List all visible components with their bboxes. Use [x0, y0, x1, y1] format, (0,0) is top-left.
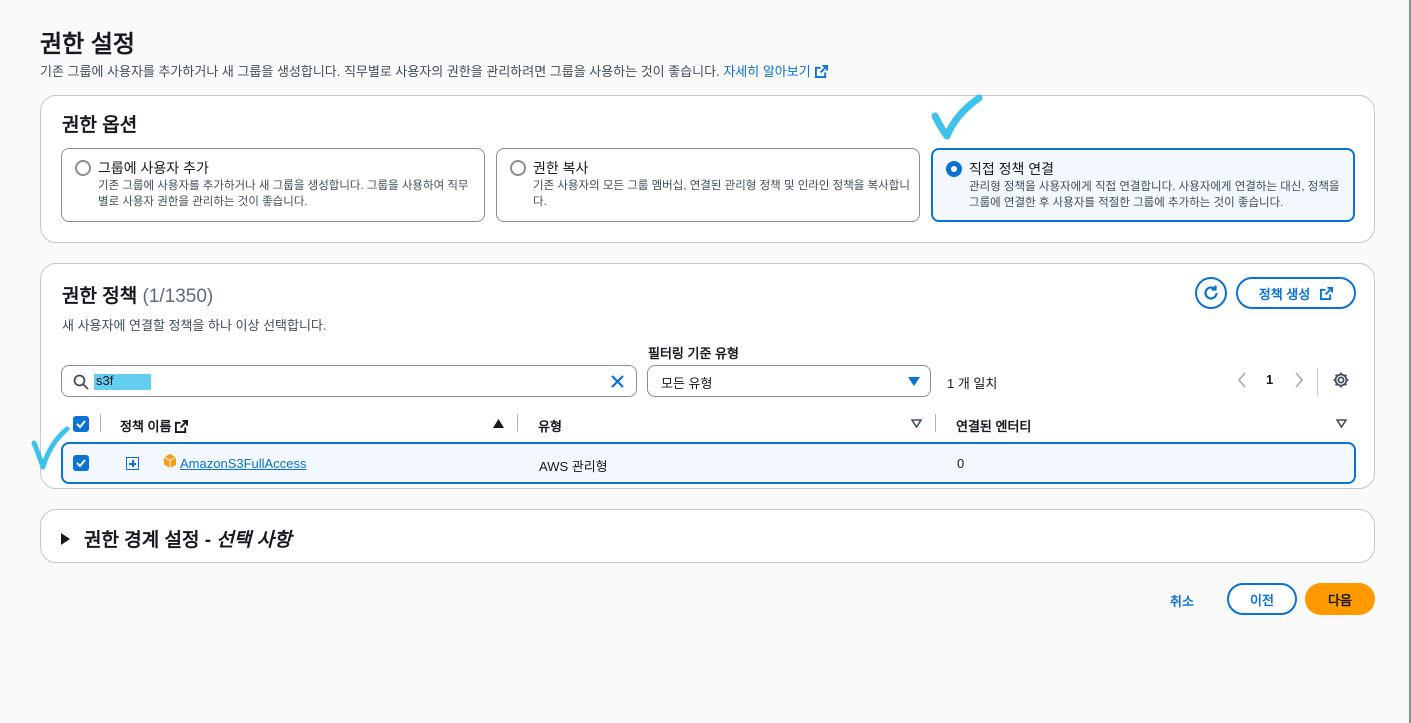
sort-icon[interactable]: [1336, 419, 1347, 428]
option-add-to-group-label: 그룹에 사용자 추가: [98, 160, 209, 176]
external-link-icon: [175, 420, 189, 433]
learn-more-label: 자세히 알아보기: [723, 64, 811, 79]
previous-button[interactable]: 이전: [1227, 583, 1297, 615]
page-description: 기존 그룹에 사용자를 추가하거나 새 그룹을 생성합니다. 직무별로 사용자의…: [40, 61, 828, 80]
radio-attach-policies[interactable]: [946, 161, 962, 177]
policies-count: (1/1350): [142, 286, 214, 307]
column-divider: [935, 414, 936, 432]
column-divider: [517, 414, 518, 432]
sort-icon[interactable]: [911, 419, 922, 428]
gear-icon[interactable]: [1332, 371, 1350, 389]
option-add-to-group-description: 기존 그룹에 사용자를 추가하거나 새 그룹을 생성합니다. 그룹을 사용하여 …: [98, 180, 469, 208]
option-add-to-group[interactable]: 그룹에 사용자 추가 기존 그룹에 사용자를 추가하거나 새 그룹을 생성합니다…: [61, 148, 485, 222]
aws-managed-policy-icon: [163, 454, 177, 468]
pagination-divider: [1317, 368, 1318, 396]
policies-description: 새 사용자에 연결할 정책을 하나 이상 선택합니다.: [62, 318, 327, 333]
expand-row-icon[interactable]: [126, 457, 139, 470]
option-attach-policies-label: 직접 정책 연결: [969, 161, 1055, 177]
permission-options-title: 권한 옵션: [62, 115, 138, 136]
row-checkbox[interactable]: [73, 455, 89, 471]
annotation-checkmark-icon: [31, 426, 70, 470]
check-icon: [76, 420, 86, 429]
refresh-icon: [1204, 285, 1218, 300]
radio-add-to-group[interactable]: [75, 160, 91, 176]
chevron-left-icon[interactable]: [1237, 372, 1247, 388]
type-filter-value: 모든 유형: [661, 376, 713, 391]
page-number[interactable]: 1: [1266, 372, 1273, 387]
option-copy-permissions-label: 권한 복사: [533, 160, 589, 176]
learn-more-link[interactable]: 자세히 알아보기: [723, 64, 828, 79]
column-header-attached-entities[interactable]: 연결된 엔터티: [956, 416, 1031, 435]
external-link-icon: [814, 65, 828, 78]
clear-icon[interactable]: [610, 374, 625, 389]
attached-entities-count: 0: [957, 456, 965, 471]
policy-search-input[interactable]: s3f: [61, 365, 637, 397]
option-attach-policies[interactable]: 직접 정책 연결 관리형 정책을 사용자에게 직접 연결합니다. 사용자에게 연…: [931, 148, 1355, 222]
page-title: 권한 설정: [40, 31, 135, 58]
type-filter-select[interactable]: 모든 유형: [647, 365, 931, 397]
search-value: s3f: [96, 373, 114, 388]
option-copy-permissions[interactable]: 권한 복사 기존 사용자의 모든 그룹 멤버십, 연결된 관리형 정책 및 인라…: [496, 148, 920, 222]
page-description-text: 기존 그룹에 사용자를 추가하거나 새 그룹을 생성합니다. 직무별로 사용자의…: [40, 64, 720, 79]
permission-policies-title: 권한 정책 (1/1350): [62, 281, 213, 308]
radio-copy-permissions[interactable]: [510, 160, 526, 176]
search-icon: [73, 374, 89, 390]
column-divider: [100, 414, 101, 432]
option-copy-permissions-description: 기존 사용자의 모든 그룹 멤버십, 연결된 관리형 정책 및 인라인 정책을 …: [533, 180, 910, 208]
permissions-boundary-title: 권한 경계 설정 - 선택 사항: [84, 525, 292, 552]
column-header-type[interactable]: 유형: [538, 416, 562, 435]
boundary-optional-text: 선택 사항: [216, 530, 292, 551]
option-attach-policies-description: 관리형 정책을 사용자에게 직접 연결합니다. 사용자에게 연결하는 대신, 정…: [969, 181, 1340, 209]
caret-right-icon: [61, 532, 70, 545]
permissions-boundary-container: 권한 경계 설정 - 선택 사항: [40, 509, 1375, 563]
check-icon: [76, 459, 86, 468]
sort-ascending-icon[interactable]: [493, 419, 504, 428]
chevron-right-icon[interactable]: [1294, 372, 1304, 388]
refresh-button[interactable]: [1195, 277, 1227, 309]
permission-policies-container: 권한 정책 (1/1350) 새 사용자에 연결할 정책을 하나 이상 선택합니…: [40, 263, 1375, 489]
policies-title-text: 권한 정책: [62, 286, 138, 307]
policy-type: AWS 관리형: [539, 459, 608, 474]
column-header-policy-name[interactable]: 정책 이름: [120, 416, 189, 435]
policy-name-link[interactable]: AmazonS3FullAccess: [180, 456, 306, 471]
column-policy-name-label: 정책 이름: [120, 419, 172, 434]
external-link-icon: [1320, 286, 1334, 300]
table-header: 정책 이름 유형 연결된 엔터티: [61, 410, 1356, 438]
filter-type-label: 필터링 기준 유형: [648, 346, 739, 361]
caret-down-icon: [908, 377, 920, 386]
boundary-title-text: 권한 경계 설정 -: [84, 530, 217, 551]
cancel-button[interactable]: 취소: [1170, 591, 1194, 610]
next-button[interactable]: 다음: [1305, 583, 1375, 615]
table-row[interactable]: AmazonS3FullAccess AWS 관리형 0: [61, 442, 1356, 484]
permission-options-container: 권한 옵션 그룹에 사용자 추가 기존 그룹에 사용자를 추가하거나 새 그룹을…: [40, 95, 1375, 243]
create-policy-label: 정책 생성: [1258, 286, 1311, 302]
pagination: 1: [1237, 368, 1337, 396]
match-count: 1 개 일치: [947, 376, 998, 391]
select-all-checkbox[interactable]: [73, 416, 89, 432]
permissions-boundary-expander[interactable]: 권한 경계 설정 - 선택 사항: [61, 525, 292, 552]
annotation-checkmark-icon: [931, 94, 983, 140]
create-policy-button[interactable]: 정책 생성: [1236, 277, 1356, 309]
